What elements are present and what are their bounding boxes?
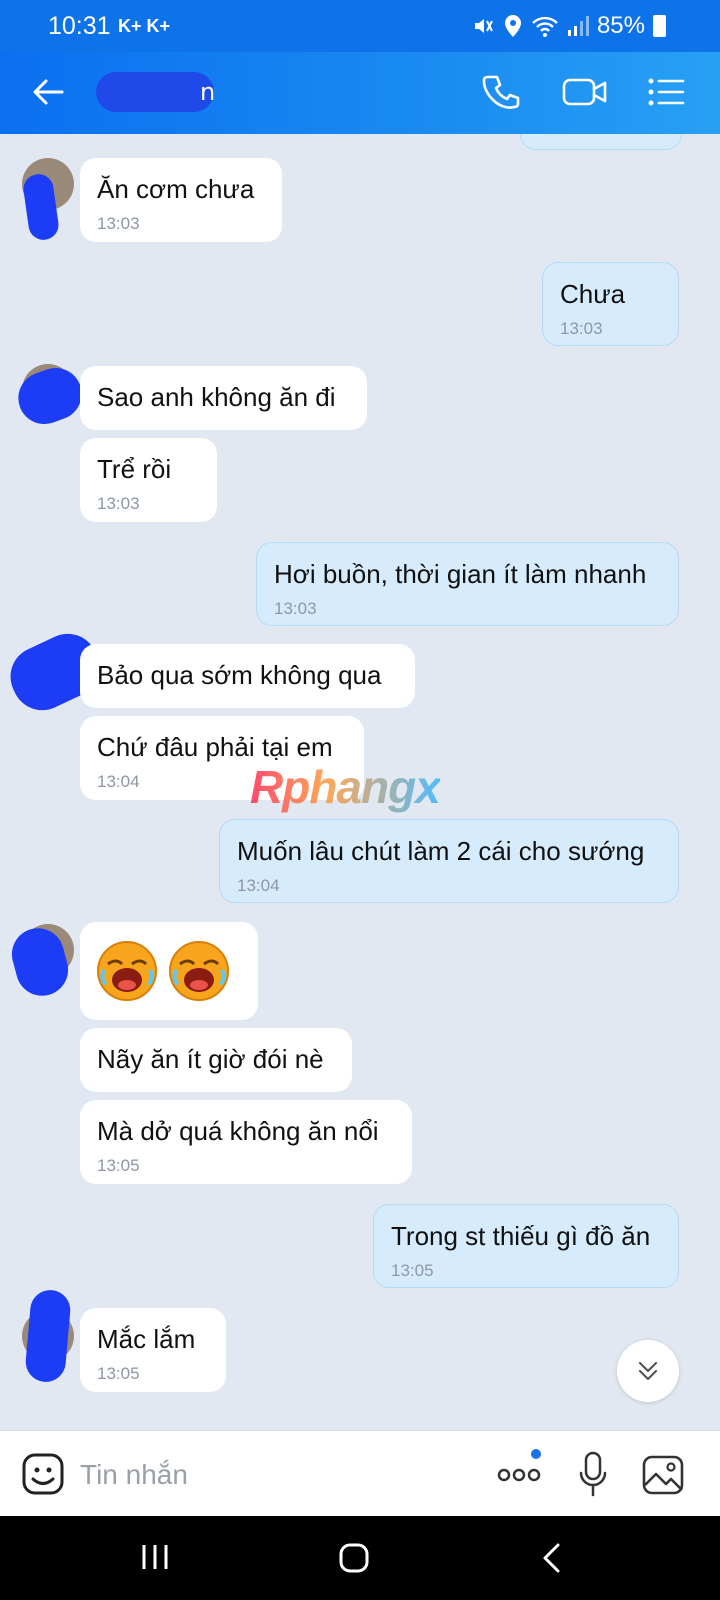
avatar[interactable] — [6, 922, 74, 1002]
video-call-icon[interactable] — [562, 72, 608, 112]
message-time: 13:03 — [560, 319, 603, 338]
message-text: Muốn lâu chút làm 2 cái cho sướng — [237, 836, 645, 866]
signal-icon — [567, 16, 589, 36]
laughing-crying-emoji — [97, 941, 157, 1001]
message-bubble-outgoing[interactable]: Trong st thiếu gì đồ ăn 13:05 — [373, 1204, 679, 1288]
battery-icon — [653, 15, 666, 37]
battery-percent: 85% — [596, 12, 645, 39]
message-time: 13:03 — [97, 214, 140, 233]
message-bubble-outgoing[interactable]: Chưa 13:03 — [542, 262, 679, 346]
redacted-contact-name — [96, 72, 214, 112]
message-time: 13:04 — [237, 876, 280, 895]
menu-list-icon[interactable] — [646, 72, 686, 112]
back-icon[interactable] — [540, 1542, 564, 1574]
message-bubble-incoming[interactable] — [80, 922, 258, 1020]
more-dots-icon[interactable] — [496, 1449, 544, 1489]
message-text: Sao anh không ăn đi — [97, 382, 336, 412]
back-arrow-icon[interactable] — [28, 72, 68, 112]
message-time: 13:05 — [97, 1156, 140, 1175]
phone-icon[interactable] — [482, 72, 522, 112]
message-bubble-outgoing[interactable]: Muốn lâu chút làm 2 cái cho sướng 13:04 — [219, 819, 679, 903]
message-bubble-incoming[interactable]: Sao anh không ăn đi — [80, 366, 367, 430]
message-text: Chưa — [560, 279, 626, 309]
mute-icon — [474, 19, 493, 33]
system-nav-bar — [0, 1516, 720, 1600]
message-bubble-incoming[interactable]: Trể rồi 13:03 — [80, 438, 217, 522]
scroll-to-bottom-button[interactable] — [617, 1340, 679, 1402]
status-icons: 85% — [471, 12, 666, 40]
message-time: 13:03 — [97, 494, 140, 513]
composer-bar: Tin nhắn — [0, 1430, 720, 1517]
previous-message-stub — [520, 134, 682, 150]
watermark: Rphangx — [250, 761, 441, 813]
message-bubble-incoming[interactable]: Ăn cơm chưa 13:03 — [80, 158, 282, 242]
wifi-icon — [532, 16, 558, 37]
status-bar: 10:31 K+ K+ 85% — [0, 0, 720, 52]
message-time: 13:03 — [274, 599, 317, 618]
message-text: Mà dở quá không ăn nổi — [97, 1116, 379, 1146]
laughing-crying-emoji — [169, 941, 229, 1001]
avatar[interactable] — [0, 623, 110, 721]
message-text: Bảo qua sớm không qua — [97, 660, 382, 690]
message-text: Trể rồi — [97, 454, 172, 484]
message-text: Trong st thiếu gì đồ ăn — [391, 1221, 651, 1251]
message-text: Mắc lắm — [97, 1324, 196, 1354]
message-text: Nãy ăn ít giờ đói nè — [97, 1044, 324, 1074]
image-icon[interactable] — [642, 1455, 684, 1495]
status-carrier: K+ K+ — [118, 16, 171, 36]
message-bubble-incoming[interactable]: Nãy ăn ít giờ đói nè — [80, 1028, 352, 1092]
message-text: Hơi buồn, thời gian ít làm nhanh — [274, 559, 647, 589]
avatar[interactable] — [11, 360, 89, 432]
message-bubble-outgoing[interactable]: Hơi buồn, thời gian ít làm nhanh 13:03 — [256, 542, 679, 626]
chevron-double-down-icon — [638, 1361, 658, 1381]
microphone-icon[interactable] — [578, 1451, 608, 1497]
avatar[interactable] — [22, 1288, 74, 1384]
message-text: Chứ đâu phải tại em — [97, 732, 333, 762]
message-input[interactable]: Tin nhắn — [80, 1459, 188, 1491]
sticker-icon[interactable] — [22, 1453, 64, 1495]
location-icon — [504, 15, 521, 37]
contact-name[interactable]: n — [200, 78, 215, 106]
message-time: 13:04 — [97, 772, 140, 791]
message-bubble-incoming[interactable]: Mà dở quá không ăn nổi 13:05 — [80, 1100, 412, 1184]
message-bubble-incoming[interactable]: Mắc lắm 13:05 — [80, 1308, 226, 1392]
message-bubble-incoming[interactable]: Bảo qua sớm không qua — [80, 644, 415, 708]
message-text: Ăn cơm chưa — [97, 174, 255, 204]
status-time: 10:31 — [48, 12, 111, 40]
chat-header: n — [0, 52, 720, 134]
avatar[interactable] — [21, 158, 74, 242]
home-icon[interactable] — [338, 1542, 370, 1574]
message-time: 13:05 — [97, 1364, 140, 1383]
recent-apps-icon[interactable] — [140, 1542, 170, 1572]
message-time: 13:05 — [391, 1261, 434, 1280]
